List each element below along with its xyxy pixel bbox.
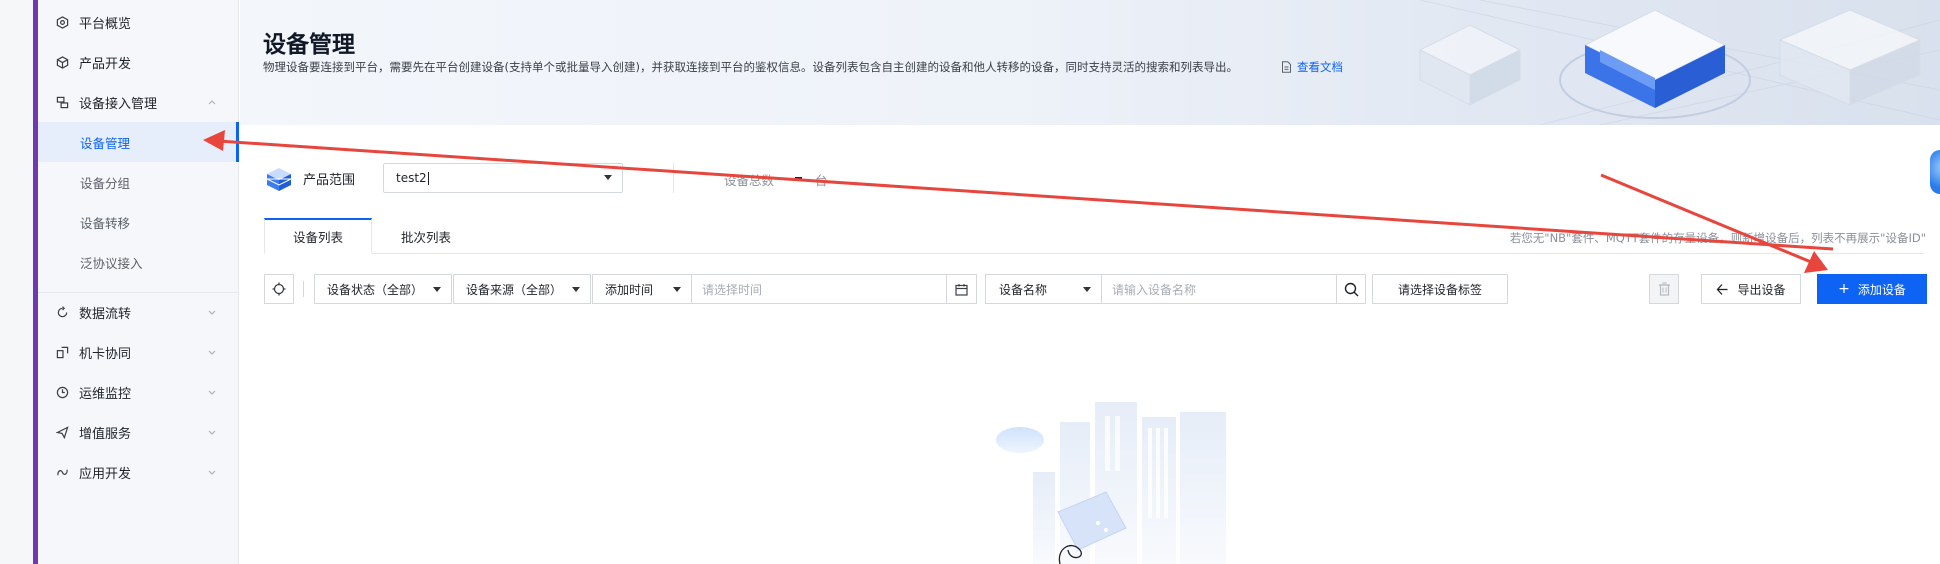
tab-device-list[interactable]: 设备列表	[264, 218, 372, 254]
sidebar-item-device-access[interactable]: 设备接入管理	[38, 82, 238, 122]
main-content: 设备管理 物理设备要连接到平台，需要先在平台创建设备(支持单个或批量导入创建)，…	[240, 0, 1940, 564]
time-type-value: 添加时间	[605, 282, 654, 297]
sidebar-item-label: 应用开发	[79, 466, 132, 482]
sim-card-icon	[55, 345, 69, 359]
chevron-down-icon	[206, 346, 218, 358]
device-id-tip: 若您无"NB"套件、MQTT套件的存量设备，则新增设备后，列表不再展示"设备ID…	[1509, 231, 1926, 245]
sidebar-item-overview[interactable]: 平台概览	[38, 2, 238, 42]
send-icon	[55, 425, 69, 439]
chevron-down-icon	[206, 426, 218, 438]
caret-down-icon	[673, 287, 681, 292]
device-status-value: 设备状态（全部）	[327, 282, 424, 297]
device-name-search-input[interactable]: 请输入设备名称	[1101, 274, 1337, 304]
dashboard-icon	[55, 15, 69, 29]
sidebar-item-label: 平台概览	[79, 16, 132, 32]
sidebar: 平台概览 产品开发 设备接入管理 设备管理 设备分组 设备转移 泛协议接入 数据…	[38, 0, 239, 564]
device-total-unit: 台	[815, 173, 828, 188]
trash-icon	[1658, 282, 1670, 296]
sidebar-subitem-device-management[interactable]: 设备管理	[38, 122, 239, 162]
sidebar-item-product-dev[interactable]: 产品开发	[38, 42, 238, 82]
product-scope-icon	[266, 168, 292, 191]
time-range-placeholder: 请选择时间	[702, 282, 763, 297]
device-tag-select[interactable]: 请选择设备标签	[1372, 274, 1508, 304]
product-select[interactable]: test2	[383, 163, 623, 193]
sidebar-item-data-flow[interactable]: 数据流转	[38, 292, 238, 332]
sidebar-item-label: 设备接入管理	[79, 96, 158, 112]
caret-down-icon	[433, 287, 441, 292]
data-flow-icon	[55, 305, 69, 319]
floating-assistant-icon[interactable]	[1930, 150, 1940, 194]
search-field-value: 设备名称	[999, 282, 1048, 297]
device-total-label: 设备总数	[724, 173, 775, 188]
device-total-value	[795, 177, 802, 180]
export-devices-label: 导出设备	[1737, 282, 1786, 297]
device-status-filter[interactable]: 设备状态（全部）	[314, 274, 452, 304]
time-type-select[interactable]: 添加时间	[592, 274, 692, 304]
text-cursor	[427, 171, 429, 185]
sidebar-item-label: 增值服务	[79, 426, 132, 442]
sidebar-item-ops-monitor[interactable]: 运维监控	[38, 372, 238, 412]
export-devices-button[interactable]: 导出设备	[1701, 274, 1801, 304]
export-icon	[1717, 283, 1728, 295]
sidebar-item-app-dev[interactable]: 应用开发	[38, 452, 238, 492]
sidebar-item-label: 机卡协同	[79, 346, 132, 362]
tab-batch-list[interactable]: 批次列表	[372, 218, 480, 254]
sidebar-item-sim-collab[interactable]: 机卡协同	[38, 332, 238, 372]
product-select-value: test2	[396, 171, 427, 185]
monitor-icon	[55, 385, 69, 399]
search-icon	[1344, 282, 1358, 296]
refresh-button[interactable]	[264, 274, 294, 304]
document-icon	[1282, 61, 1291, 73]
view-docs-label: 查看文档	[1297, 60, 1343, 74]
refresh-icon	[272, 282, 286, 296]
app-dev-icon	[55, 465, 69, 479]
delete-button[interactable]	[1649, 274, 1679, 304]
chevron-down-icon	[206, 466, 218, 478]
plus-icon: +	[1838, 281, 1850, 297]
empty-state-illustration	[996, 402, 1226, 564]
page-description: 物理设备要连接到平台，需要先在平台创建设备(支持单个或批量导入创建)，并获取连接…	[263, 60, 1238, 74]
add-device-button[interactable]: + 添加设备	[1817, 274, 1927, 304]
caret-down-icon	[604, 175, 612, 180]
device-access-icon	[55, 95, 69, 109]
sidebar-item-label: 产品开发	[79, 56, 132, 72]
chevron-down-icon	[206, 306, 218, 318]
search-button[interactable]	[1336, 274, 1366, 304]
divider	[673, 163, 674, 193]
sidebar-item-label: 数据流转	[79, 306, 132, 322]
sidebar-subitem-device-group[interactable]: 设备分组	[38, 162, 238, 202]
chevron-up-icon	[206, 96, 218, 108]
view-docs-link[interactable]: 查看文档	[1281, 59, 1343, 75]
time-range-picker[interactable]: 请选择时间	[691, 274, 977, 304]
left-gutter	[0, 0, 33, 564]
add-device-label: 添加设备	[1857, 282, 1906, 297]
divider	[303, 281, 304, 297]
calendar-icon[interactable]	[946, 274, 976, 304]
device-source-filter[interactable]: 设备来源（全部）	[453, 274, 591, 304]
search-field-select[interactable]: 设备名称	[985, 274, 1102, 304]
device-source-value: 设备来源（全部）	[466, 282, 563, 297]
device-name-placeholder: 请输入设备名称	[1112, 282, 1197, 297]
device-tag-placeholder: 请选择设备标签	[1397, 282, 1482, 297]
app-root: 平台概览 产品开发 设备接入管理 设备管理 设备分组 设备转移 泛协议接入 数据…	[0, 0, 1940, 564]
sidebar-item-label: 运维监控	[79, 386, 132, 402]
page-header-banner: 设备管理 物理设备要连接到平台，需要先在平台创建设备(支持单个或批量导入创建)，…	[240, 0, 1940, 125]
cube-icon	[55, 55, 69, 69]
sidebar-subitem-generic-protocol[interactable]: 泛协议接入	[38, 242, 238, 282]
sidebar-item-value-added[interactable]: 增值服务	[38, 412, 238, 452]
sidebar-subitem-device-transfer[interactable]: 设备转移	[38, 202, 238, 242]
caret-down-icon	[572, 287, 580, 292]
chevron-down-icon	[206, 386, 218, 398]
product-scope-label: 产品范围	[303, 173, 356, 188]
page-title: 设备管理	[263, 32, 355, 58]
caret-down-icon	[1083, 287, 1091, 292]
tabs-underline	[264, 253, 1924, 254]
